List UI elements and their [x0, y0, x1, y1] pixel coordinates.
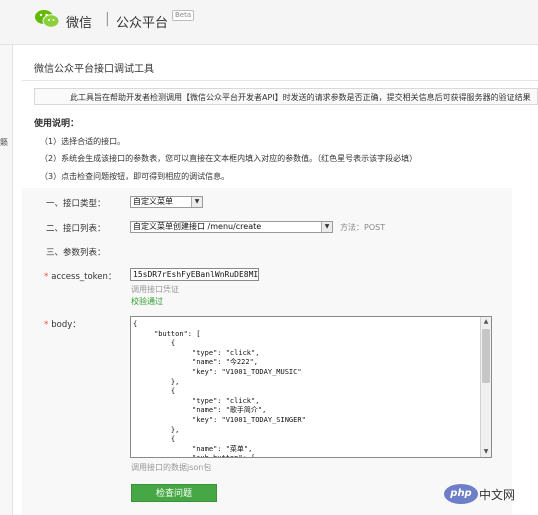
chevron-down-icon[interactable]: ▼: [191, 197, 202, 207]
notice-box: 此工具旨在帮助开发者检测调用【微信公众平台开发者API】时发送的请求参数是否正确…: [34, 88, 538, 105]
interface-list-select[interactable]: 自定义菜单创建接口 /menu/create ▼: [130, 221, 333, 233]
interface-type-value: 自定义菜单: [133, 197, 173, 206]
body-scrollbar[interactable]: ▲ ▼: [480, 317, 491, 457]
usage-step-1: （1）选择合适的接口。: [40, 137, 126, 146]
body-label-row: * body：: [44, 318, 81, 330]
beta-badge: Beta: [172, 10, 195, 21]
title-divider: [22, 80, 538, 81]
notice-text: 此工具旨在帮助开发者检测调用【微信公众平台开发者API】时发送的请求参数是否正确…: [70, 93, 531, 102]
scroll-up-arrow-icon[interactable]: ▲: [481, 317, 491, 327]
access-token-label-row: * access_token：: [44, 270, 116, 282]
usage-step-3: （3）点击检查问题按钮，即可得到相应的调试信息。: [40, 172, 230, 181]
interface-type-label: 一、接口类型：: [46, 199, 106, 209]
usage-step-2: （2）系统会生成该接口的参数表，您可以直接在文本框内填入对应的参数值。（红色星号…: [40, 154, 418, 163]
access-token-label: access_token：: [51, 272, 117, 282]
left-sidebar: 籁: [0, 45, 13, 515]
brand-platform-text: 公众平台: [116, 16, 169, 31]
required-asterisk: *: [44, 272, 49, 282]
page-title: 微信公众平台接口调试工具: [34, 64, 154, 75]
access-token-hint: 调用接口凭证: [131, 285, 179, 294]
watermark-text: 中文网: [479, 488, 516, 502]
interface-type-select[interactable]: 自定义菜单 ▼: [130, 196, 203, 208]
method-note: 方法：POST: [340, 223, 386, 232]
brand-wechat-text: 微信: [66, 16, 93, 31]
top-header-bar: 微信 | 公众平台 Beta: [0, 0, 538, 45]
brand-separator: |: [105, 11, 110, 27]
php-watermark-badge: php: [444, 484, 478, 504]
scroll-down-arrow-icon[interactable]: ▼: [481, 447, 491, 457]
params-label: 三、参数列表：: [46, 248, 106, 258]
interface-list-label: 二、接口列表：: [46, 224, 106, 234]
access-token-input[interactable]: 15sDR7rEshFyEBanlWnRuDE8MI: [130, 268, 259, 281]
chevron-down-icon[interactable]: ▼: [321, 222, 332, 232]
access-token-valid-status: 校验通过: [131, 297, 163, 306]
sidebar-partial-item[interactable]: 籁: [0, 137, 8, 148]
usage-title: 使用说明：: [34, 119, 80, 129]
check-issue-button[interactable]: 检查问题: [131, 484, 217, 502]
body-json-content[interactable]: { "button": [ { "type": "click", "name":…: [133, 320, 306, 457]
interface-list-value: 自定义菜单创建接口 /menu/create: [133, 222, 262, 231]
body-label: body：: [51, 320, 81, 330]
body-textarea[interactable]: { "button": [ { "type": "click", "name":…: [130, 316, 492, 458]
scrollbar-thumb[interactable]: [482, 329, 490, 383]
body-hint: 调用接口的数据json包: [131, 463, 212, 472]
wechat-logo-icon[interactable]: [34, 9, 60, 29]
required-asterisk: *: [44, 320, 49, 330]
